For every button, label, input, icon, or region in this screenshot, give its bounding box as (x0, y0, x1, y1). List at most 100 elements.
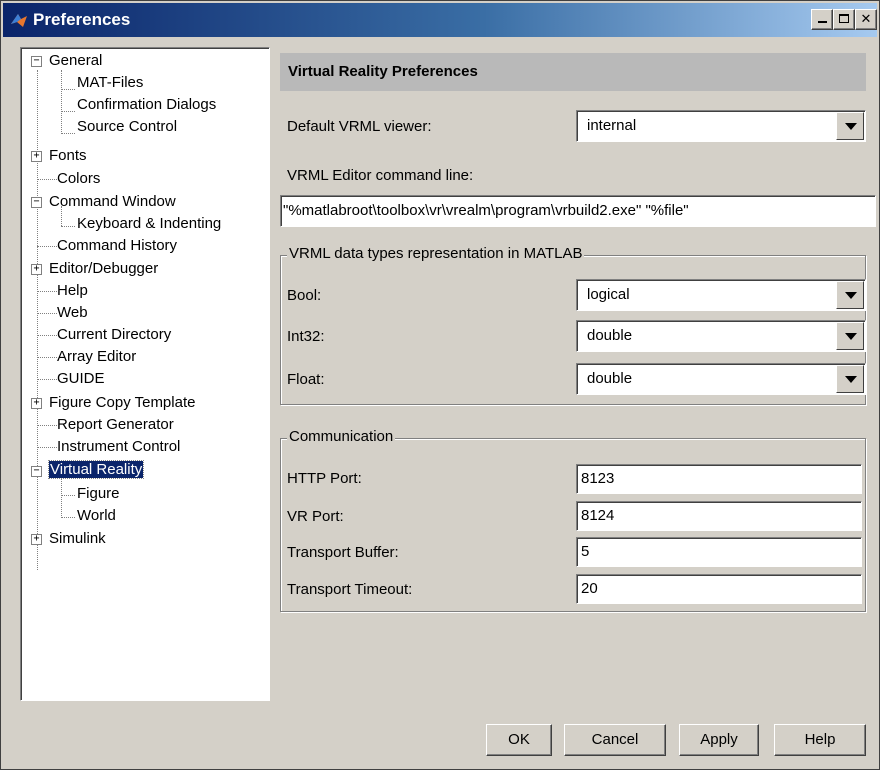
expand-icon[interactable]: + (31, 534, 42, 545)
bool-select[interactable]: logical (576, 279, 866, 311)
bool-value: logical (587, 286, 630, 303)
chevron-down-icon (845, 333, 857, 340)
expand-icon[interactable]: + (31, 151, 42, 162)
title-bar[interactable]: Preferences ✕ (3, 3, 877, 37)
tree-item-mat-files[interactable]: MAT-Files (77, 72, 143, 94)
tree-connector (37, 335, 57, 336)
tree-connector (61, 111, 75, 112)
collapse-icon[interactable]: − (31, 56, 42, 67)
tree-item-confirmation-dialogs[interactable]: Confirmation Dialogs (77, 94, 216, 116)
tree-item-colors[interactable]: Colors (57, 168, 100, 190)
tree-connector (37, 246, 57, 247)
help-button[interactable]: Help (774, 724, 866, 756)
tree-connector (61, 70, 62, 134)
tree-item-figure-copy-template[interactable]: Figure Copy Template (49, 392, 195, 414)
tree-item-keyboard-indenting[interactable]: Keyboard & Indenting (77, 213, 221, 235)
float-select[interactable]: double (576, 363, 866, 395)
tree-item-label: Command Window (49, 193, 176, 210)
tree-connector (61, 133, 75, 134)
tree-item-general[interactable]: General (49, 50, 102, 72)
viewer-label: Default VRML viewer: (287, 118, 432, 135)
preferences-tree[interactable]: − + − + + − + General MAT-Files Confirma… (20, 47, 270, 701)
minimize-button[interactable] (811, 9, 833, 30)
tree-item-label: Figure Copy Template (49, 394, 196, 411)
expand-icon[interactable]: + (31, 264, 42, 275)
tree-connector (61, 495, 75, 496)
tree-item-current-directory[interactable]: Current Directory (57, 324, 171, 346)
tree-item-label: Figure (77, 485, 120, 502)
bool-dropdown-button[interactable] (836, 281, 864, 309)
tree-item-fonts[interactable]: Fonts (49, 145, 87, 167)
tree-connector (37, 425, 57, 426)
ok-button[interactable]: OK (486, 724, 552, 756)
tree-item-label: Fonts (49, 147, 87, 164)
vr-port-label: VR Port: (287, 508, 344, 525)
tree-item-simulink[interactable]: Simulink (49, 528, 106, 550)
tree-connector (61, 476, 62, 518)
tree-item-command-history[interactable]: Command History (57, 235, 177, 257)
tree-item-label: MAT-Files (77, 74, 144, 91)
minimize-icon (817, 21, 827, 23)
editor-command-field[interactable]: "%matlabroot\toolbox\vr\vrealm\program\v… (280, 195, 876, 227)
tree-item-web[interactable]: Web (57, 302, 88, 324)
viewer-select[interactable]: internal (576, 110, 866, 142)
tree-item-label: Report Generator (57, 416, 174, 433)
tree-item-array-editor[interactable]: Array Editor (57, 346, 136, 368)
tree-item-label: General (49, 52, 103, 69)
tree-item-report-generator[interactable]: Report Generator (57, 414, 174, 436)
tree-item-label: Simulink (49, 530, 106, 547)
float-dropdown-button[interactable] (836, 365, 864, 393)
http-port-label: HTTP Port: (287, 470, 362, 487)
expand-icon[interactable]: + (31, 398, 42, 409)
editor-label: VRML Editor command line: (287, 167, 474, 184)
close-button[interactable]: ✕ (855, 9, 877, 30)
tree-connector (37, 179, 57, 180)
transport-buffer-label: Transport Buffer: (287, 544, 399, 561)
tree-item-label: GUIDE (57, 370, 105, 387)
tree-item-instrument-control[interactable]: Instrument Control (57, 436, 180, 458)
vr-port-field[interactable]: 8124 (576, 501, 862, 531)
int32-label: Int32: (287, 328, 325, 345)
transport-buffer-field[interactable]: 5 (576, 537, 862, 567)
matlab-logo-icon (11, 14, 27, 27)
tree-connector (37, 379, 57, 380)
apply-button[interactable]: Apply (679, 724, 759, 756)
chevron-down-icon (845, 292, 857, 299)
tree-item-label: Keyboard & Indenting (77, 215, 222, 232)
tree-item-guide[interactable]: GUIDE (57, 368, 105, 390)
int32-dropdown-button[interactable] (836, 322, 864, 350)
int32-select[interactable]: double (576, 320, 866, 352)
transport-timeout-label: Transport Timeout: (287, 581, 413, 598)
tree-item-label: Editor/Debugger (49, 260, 159, 277)
collapse-icon[interactable]: − (31, 197, 42, 208)
tree-item-figure[interactable]: Figure (77, 483, 120, 505)
tree-item-label: Current Directory (57, 326, 172, 343)
tree-connector (61, 517, 75, 518)
tree-item-label: Colors (57, 170, 101, 187)
tree-connector (37, 291, 57, 292)
chevron-down-icon (845, 376, 857, 383)
window-title: Preferences (33, 10, 131, 29)
panel-header: Virtual Reality Preferences (280, 53, 866, 91)
http-port-field[interactable]: 8123 (576, 464, 862, 494)
tree-item-source-control[interactable]: Source Control (77, 116, 177, 138)
tree-item-label: Source Control (77, 118, 178, 135)
tree-item-label: Instrument Control (57, 438, 181, 455)
collapse-icon[interactable]: − (31, 466, 42, 477)
tree-item-label: Help (57, 282, 88, 299)
float-value: double (587, 370, 633, 387)
tree-item-virtual-reality[interactable]: Virtual Reality (47, 459, 145, 481)
tree-item-world[interactable]: World (77, 505, 116, 527)
transport-timeout-field[interactable]: 20 (576, 574, 862, 604)
chevron-down-icon (845, 123, 857, 130)
maximize-icon (839, 14, 849, 23)
tree-item-editor-debugger[interactable]: Editor/Debugger (49, 258, 158, 280)
cancel-button[interactable]: Cancel (564, 724, 666, 756)
viewer-dropdown-button[interactable] (836, 112, 864, 140)
tree-item-label: Array Editor (57, 348, 137, 365)
tree-item-command-window[interactable]: Command Window (49, 191, 176, 213)
tree-item-help[interactable]: Help (57, 280, 88, 302)
maximize-button[interactable] (833, 9, 855, 30)
bool-label: Bool: (287, 287, 322, 304)
communication-group-title: Communication (287, 428, 396, 445)
